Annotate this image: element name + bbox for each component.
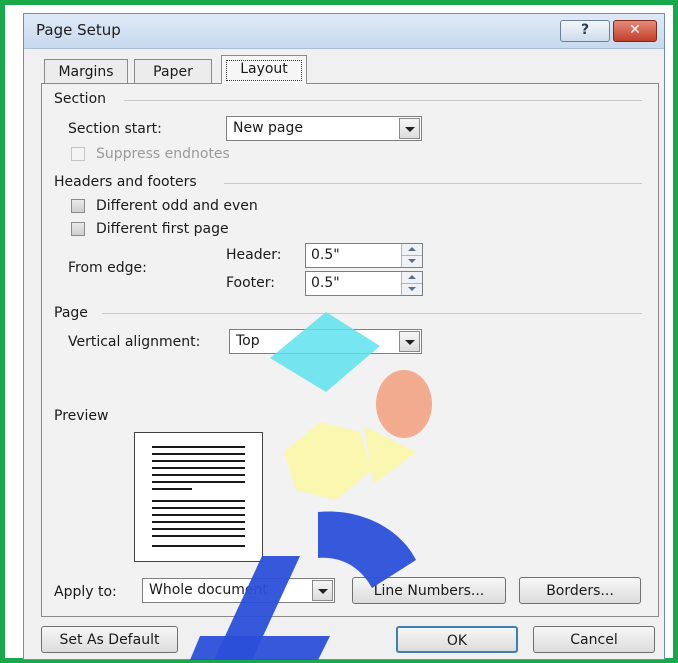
footer-distance-spinner[interactable]: 0.5" <box>305 271 423 296</box>
spinner-value: 0.5" <box>311 275 340 291</box>
button-label: OK <box>446 633 468 649</box>
different-first-page-checkbox[interactable] <box>71 222 85 236</box>
vertical-alignment-label: Vertical alignment: <box>68 334 201 350</box>
page-preview <box>134 432 263 562</box>
spinner-value: 0.5" <box>311 247 340 263</box>
tab-label: Margins <box>58 64 114 80</box>
different-odd-even-checkbox[interactable] <box>71 199 85 213</box>
close-button[interactable]: ✕ <box>613 20 657 42</box>
button-label: Set As Default <box>59 632 160 648</box>
set-as-default-button[interactable]: Set As Default <box>41 626 178 653</box>
section-divider <box>124 100 642 101</box>
suppress-endnotes-label: Suppress endnotes <box>96 146 230 162</box>
dialog-title: Page Setup <box>36 21 121 39</box>
vertical-alignment-dropdown[interactable]: Top <box>229 329 422 354</box>
close-icon: ✕ <box>629 22 641 38</box>
preview-line <box>152 446 245 448</box>
preview-line <box>152 453 245 455</box>
section-heading: Section <box>54 91 107 107</box>
tab-label: Paper <box>153 64 193 80</box>
spinner-buttons <box>401 244 422 267</box>
suppress-endnotes-checkbox[interactable] <box>71 147 85 161</box>
dropdown-value: New page <box>233 120 303 136</box>
different-odd-even-label: Different odd and even <box>96 198 258 214</box>
headers-footers-divider <box>224 183 642 184</box>
preview-line <box>152 521 245 523</box>
header-distance-label: Header: <box>226 247 282 263</box>
preview-line <box>152 474 245 476</box>
button-label: Borders... <box>546 583 614 599</box>
apply-to-label: Apply to: <box>54 584 117 600</box>
screenshot-frame: Page Setup ? ✕ Margins Paper Layout Sect… <box>0 0 678 663</box>
preview-heading: Preview <box>54 408 109 424</box>
tab-paper[interactable]: Paper <box>134 59 212 83</box>
different-first-page-label: Different first page <box>96 221 229 237</box>
help-button[interactable]: ? <box>560 20 610 42</box>
preview-line <box>152 545 245 547</box>
tab-label: Layout <box>240 61 288 77</box>
spin-down-icon[interactable] <box>402 256 422 267</box>
from-edge-label: From edge: <box>68 260 147 276</box>
title-bar: Page Setup ? ✕ <box>24 14 664 49</box>
headers-footers-heading: Headers and footers <box>54 174 197 190</box>
page-heading: Page <box>54 305 88 321</box>
preview-line <box>152 514 245 516</box>
section-start-label: Section start: <box>68 121 162 137</box>
preview-line <box>152 488 192 490</box>
borders-button[interactable]: Borders... <box>519 577 641 604</box>
dropdown-value: Whole document <box>149 582 268 598</box>
preview-line <box>152 535 245 537</box>
spin-up-icon[interactable] <box>402 272 422 284</box>
dropdown-value: Top <box>236 333 260 349</box>
page-setup-dialog: Page Setup ? ✕ Margins Paper Layout Sect… <box>23 13 665 660</box>
tab-margins[interactable]: Margins <box>44 59 128 83</box>
button-label: Cancel <box>570 632 618 648</box>
preview-line <box>152 528 245 530</box>
tab-layout[interactable]: Layout <box>221 55 307 84</box>
ok-button[interactable]: OK <box>396 626 518 653</box>
button-label: Line Numbers... <box>373 583 485 599</box>
preview-line <box>152 507 245 509</box>
preview-line <box>152 460 245 462</box>
cancel-button[interactable]: Cancel <box>533 626 655 653</box>
preview-line <box>152 500 245 502</box>
help-icon: ? <box>580 22 590 38</box>
preview-line <box>152 481 245 483</box>
chevron-down-icon[interactable] <box>399 118 420 139</box>
line-numbers-button[interactable]: Line Numbers... <box>352 577 506 604</box>
apply-to-dropdown[interactable]: Whole document <box>142 578 335 603</box>
spinner-buttons <box>401 272 422 295</box>
spin-up-icon[interactable] <box>402 244 422 256</box>
chevron-down-icon[interactable] <box>399 331 420 352</box>
footer-distance-label: Footer: <box>226 275 276 291</box>
chevron-down-icon[interactable] <box>312 580 333 601</box>
preview-line <box>152 467 245 469</box>
section-start-dropdown[interactable]: New page <box>226 116 422 141</box>
page-divider <box>102 313 642 314</box>
spin-down-icon[interactable] <box>402 284 422 295</box>
header-distance-spinner[interactable]: 0.5" <box>305 243 423 268</box>
